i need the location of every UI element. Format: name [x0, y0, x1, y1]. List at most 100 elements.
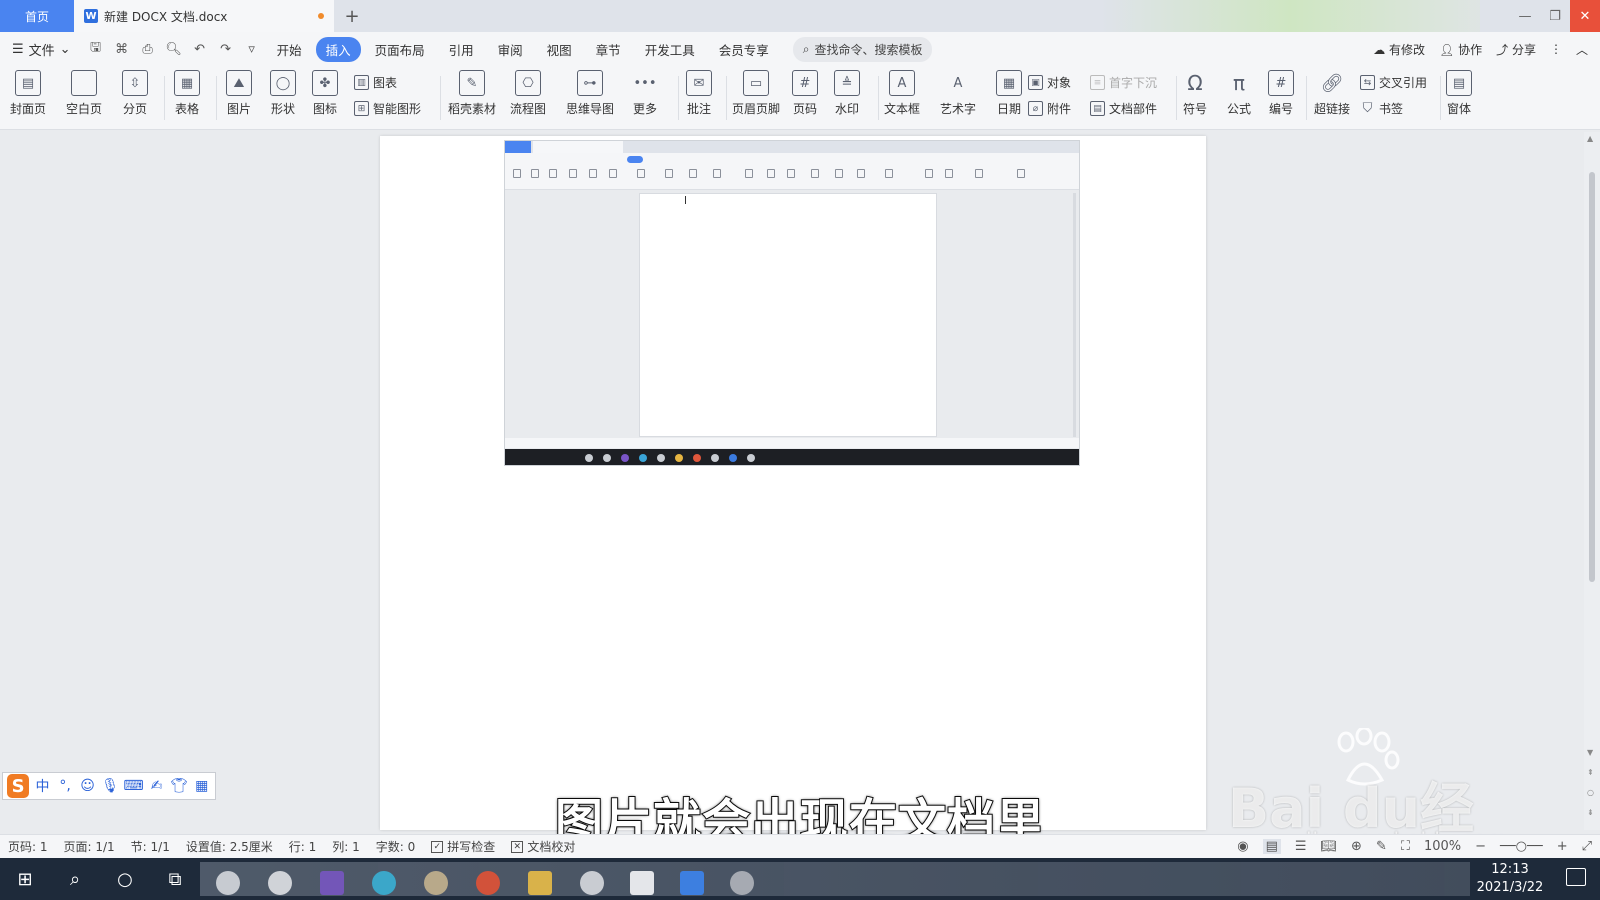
date-button[interactable]: ▦ 日期	[996, 70, 1022, 117]
modified-button[interactable]: ☁ 有修改	[1373, 41, 1425, 58]
toolbox-icon[interactable]: ▦	[192, 778, 211, 794]
cover-page-button[interactable]: ▤ 封面页	[10, 70, 46, 117]
taskbar-app-icon[interactable]	[424, 871, 448, 895]
tab-insert[interactable]: 插入	[315, 36, 361, 62]
keyboard-icon[interactable]: ⌨	[123, 778, 143, 794]
taskbar-clock[interactable]: 12:13 2021/3/22	[1462, 861, 1558, 897]
save-icon[interactable]: 🖫	[85, 38, 107, 60]
share-button[interactable]: ⤴ 分享	[1496, 41, 1536, 58]
prev-page-icon[interactable]: ⇞	[1587, 768, 1594, 777]
tab-member[interactable]: 会员专享	[709, 37, 779, 62]
zoom-slider[interactable]: ──○──	[1500, 839, 1543, 854]
cortana-icon[interactable]: ○	[100, 869, 150, 890]
doc-parts-button[interactable]: ▤ 文档部件	[1090, 100, 1157, 117]
customize-toolbar-icon[interactable]: ▿	[241, 42, 263, 57]
table-button[interactable]: ▦ 表格	[174, 70, 200, 117]
taskbar-search-icon[interactable]: ⌕	[50, 869, 100, 890]
collaborate-button[interactable]: 👤︎ 协作	[1439, 41, 1482, 58]
fullscreen-icon[interactable]: ⤢	[1582, 839, 1592, 854]
comment-button[interactable]: ✉ 批注	[686, 70, 712, 117]
taskbar-app-icon[interactable]	[630, 871, 654, 895]
page-number-button[interactable]: # 页码	[792, 70, 818, 117]
taskbar-app-icon[interactable]	[528, 871, 552, 895]
shape-button[interactable]: ◯ 形状	[270, 70, 296, 117]
restore-icon[interactable]: ❐	[1540, 0, 1570, 32]
flowchart-button[interactable]: ⎔ 流程图	[510, 70, 546, 117]
print-icon[interactable]: ⎙	[137, 42, 159, 57]
spell-check-button[interactable]: ✓ 拼写检查	[431, 838, 495, 855]
cross-reference-button[interactable]: ⇆ 交叉引用	[1360, 74, 1427, 91]
print-preview-icon[interactable]: 🔍︎	[163, 42, 185, 57]
outline-view-icon[interactable]: ☰	[1295, 839, 1307, 854]
ime-toolbar[interactable]: S 中 °, ☺ 🎙︎ ⌨ ✍ 👕︎ ▦	[2, 772, 216, 800]
picture-button[interactable]: ⛰ 图片	[226, 70, 252, 117]
tab-view[interactable]: 视图	[537, 37, 582, 62]
taskbar-app-icon[interactable]	[268, 871, 292, 895]
emoji-icon[interactable]: ☺	[78, 778, 97, 794]
file-menu-button[interactable]: ☰ 文件 ⌄	[12, 40, 81, 59]
tab-document[interactable]: W 新建 DOCX 文档.docx	[74, 0, 334, 32]
task-view-icon[interactable]: ⧉	[150, 869, 200, 890]
drop-cap-button[interactable]: ≡ 首字下沉	[1090, 74, 1157, 91]
tab-home[interactable]: 首页	[0, 0, 74, 32]
more-button[interactable]: ••• 更多	[632, 70, 658, 117]
numbering-button[interactable]: # 编号	[1268, 70, 1294, 117]
write-mode-icon[interactable]: ✎	[1376, 839, 1387, 854]
tab-review[interactable]: 审阅	[488, 37, 533, 62]
handwriting-icon[interactable]: ✍	[147, 778, 166, 794]
text-box-button[interactable]: A 文本框	[884, 70, 920, 117]
page-view-icon[interactable]: ▤	[1262, 839, 1281, 854]
blank-page-button[interactable]: 空白页	[66, 70, 102, 117]
taskbar-app-icon[interactable]	[680, 871, 704, 895]
command-search-input[interactable]: ⌕ 查找命令、搜索模板	[792, 36, 933, 62]
hyperlink-button[interactable]: 🔗︎ 超链接	[1314, 70, 1350, 117]
taskbar-app-icon[interactable]	[216, 871, 240, 895]
taskbar-app-icon[interactable]	[372, 871, 396, 895]
new-tab-button[interactable]: +	[334, 0, 370, 32]
page-break-button[interactable]: ⇳ 分页	[122, 70, 148, 117]
formula-button[interactable]: π 公式	[1226, 70, 1252, 117]
tab-references[interactable]: 引用	[439, 37, 484, 62]
microphone-icon[interactable]: 🎙︎	[101, 778, 120, 794]
notification-center-icon[interactable]	[1566, 868, 1586, 886]
web-view-icon[interactable]: ⊕	[1351, 839, 1362, 854]
ime-language-toggle[interactable]: 中	[33, 776, 52, 796]
object-button[interactable]: ▣ 对象	[1028, 74, 1071, 91]
skin-icon[interactable]: 👕︎	[170, 778, 189, 794]
form-button[interactable]: ▤ 窗体	[1446, 70, 1472, 117]
tab-start[interactable]: 开始	[267, 37, 312, 62]
next-page-icon[interactable]: ⇟	[1587, 808, 1594, 817]
scrollbar-thumb[interactable]	[1589, 172, 1595, 582]
tab-chapter[interactable]: 章节	[586, 37, 631, 62]
document-page[interactable]	[380, 136, 1206, 830]
zoom-level[interactable]: 100%	[1424, 839, 1461, 854]
smart-art-button[interactable]: ⊞ 智能图形	[354, 100, 421, 117]
status-word-count[interactable]: 字数: 0	[376, 838, 416, 855]
watermark-button[interactable]: ≜ 水印	[834, 70, 860, 117]
chart-button[interactable]: ▥ 图表	[354, 74, 397, 91]
taskbar-app-icon[interactable]	[730, 871, 754, 895]
tab-developer[interactable]: 开发工具	[635, 37, 705, 62]
word-art-button[interactable]: A 艺术字	[940, 70, 976, 117]
icons-button[interactable]: ✤ 图标	[312, 70, 338, 117]
windows-start-icon[interactable]: ⊞	[0, 869, 50, 890]
header-footer-button[interactable]: ▭ 页眉页脚	[732, 70, 780, 117]
eye-protection-icon[interactable]: ◉	[1237, 839, 1248, 854]
close-icon[interactable]: ✕	[1570, 0, 1600, 32]
symbol-button[interactable]: Ω 符号	[1182, 70, 1208, 117]
minimize-icon[interactable]: —	[1510, 0, 1540, 32]
vertical-scrollbar[interactable]: ▲ ▼ ⇞ ○ ⇟	[1584, 132, 1600, 830]
bookmark-button[interactable]: ⛉ 书签	[1360, 100, 1403, 117]
mind-map-button[interactable]: ⊶ 思维导图	[566, 70, 614, 117]
redo-icon[interactable]: ↷	[215, 42, 237, 57]
fit-page-icon[interactable]: ⛶	[1401, 839, 1410, 854]
taskbar-app-icon[interactable]	[580, 871, 604, 895]
punctuation-icon[interactable]: °,	[56, 778, 75, 794]
format-painter-icon[interactable]: ⌘	[111, 42, 133, 57]
attachment-button[interactable]: ⌀ 附件	[1028, 100, 1071, 117]
inserted-screenshot-image[interactable]	[504, 140, 1080, 466]
zoom-out-icon[interactable]: −	[1475, 839, 1486, 854]
more-options-icon[interactable]: ⋮	[1550, 42, 1562, 56]
select-browse-icon[interactable]: ○	[1587, 788, 1594, 797]
tab-page-layout[interactable]: 页面布局	[365, 37, 435, 62]
